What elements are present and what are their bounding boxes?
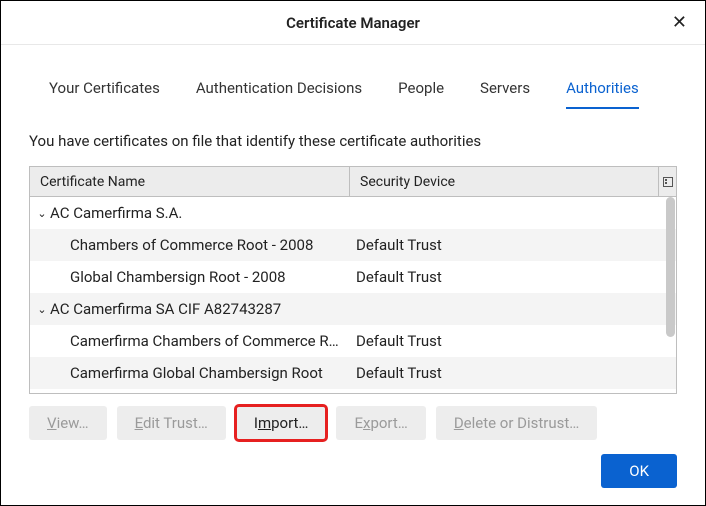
view-button[interactable]: View… [29, 406, 107, 440]
certificate-table: Certificate Name Security Device ⌄AC Cam… [29, 166, 677, 394]
cert-name: Global Chambersign Root - 2008 [30, 268, 286, 286]
tab-people[interactable]: People [398, 79, 444, 109]
edit-trust-button[interactable]: Edit Trust… [117, 406, 226, 440]
cert-device: Default Trust [350, 332, 676, 350]
delete-button-label: elete or Distrust… [464, 414, 580, 432]
close-icon[interactable]: ✕ [668, 10, 691, 36]
cert-device: Default Trust [350, 364, 676, 382]
import-button-label: port… [271, 414, 308, 432]
table-row[interactable]: Camerfirma Chambers of Commerce R… Defau… [30, 325, 676, 357]
delete-or-distrust-button[interactable]: Delete or Distrust… [436, 406, 598, 440]
window-title: Certificate Manager [286, 14, 420, 32]
cert-name: Chambers of Commerce Root - 2008 [30, 236, 313, 254]
table-row[interactable]: Camerfirma Global Chambersign Root Defau… [30, 357, 676, 389]
chevron-down-icon[interactable]: ⌄ [34, 303, 50, 316]
tab-your-certificates[interactable]: Your Certificates [49, 79, 160, 109]
column-security-device[interactable]: Security Device [350, 167, 658, 196]
edit-trust-button-label: dit Trust… [143, 414, 208, 432]
table-row[interactable]: ⌄AC Camerfirma S.A. [30, 197, 676, 229]
tab-authentication-decisions[interactable]: Authentication Decisions [196, 79, 362, 109]
button-row: View… Edit Trust… Import… Export… Delete… [29, 406, 677, 440]
import-button[interactable]: Import… [236, 406, 327, 440]
tabs-bar: Your Certificates Authentication Decisio… [29, 79, 677, 110]
cert-name: AC Camerfirma S.A. [50, 204, 182, 222]
scrollbar-thumb[interactable] [666, 197, 675, 337]
column-picker-icon[interactable] [658, 167, 676, 196]
chevron-down-icon[interactable]: ⌄ [34, 207, 50, 220]
table-row[interactable]: Chambers of Commerce Root - 2008 Default… [30, 229, 676, 261]
export-button[interactable]: Export… [336, 406, 425, 440]
export-button-label: port… [370, 414, 407, 432]
cert-device: Default Trust [350, 236, 676, 254]
column-certificate-name[interactable]: Certificate Name [30, 167, 350, 196]
table-row[interactable]: Global Chambersign Root - 2008 Default T… [30, 261, 676, 293]
table-header: Certificate Name Security Device [30, 167, 676, 197]
cert-name: Camerfirma Global Chambersign Root [30, 364, 323, 382]
cert-name: AC Camerfirma SA CIF A82743287 [50, 300, 281, 318]
page-description: You have certificates on file that ident… [29, 132, 677, 150]
titlebar: Certificate Manager ✕ [1, 1, 705, 45]
tab-servers[interactable]: Servers [480, 79, 530, 109]
cert-device: Default Trust [350, 268, 676, 286]
table-row[interactable]: ⌄AC Camerfirma SA CIF A82743287 [30, 293, 676, 325]
table-body: ⌄AC Camerfirma S.A. Chambers of Commerce… [30, 197, 676, 394]
tab-authorities[interactable]: Authorities [566, 79, 639, 109]
cert-name: Camerfirma Chambers of Commerce R… [30, 332, 339, 350]
ok-button[interactable]: OK [601, 454, 677, 488]
view-button-label: iew… [57, 414, 89, 432]
